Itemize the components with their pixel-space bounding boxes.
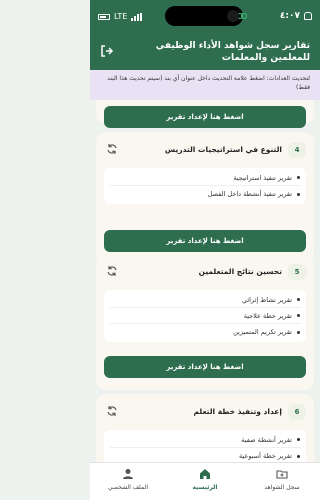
card-header: 5 تحسين نتائج المتعلمين — [104, 262, 306, 284]
card-title: التنوع في استراتيجيات التدريس — [164, 145, 282, 154]
item-label: تقرير تنفيذ استراتيجية — [233, 173, 292, 182]
bullet-icon — [297, 330, 300, 334]
list-item[interactable]: تقرير تنفيذ استراتيجية — [110, 170, 300, 186]
nav-label: الملف الشخصي — [108, 484, 148, 491]
report-card-5: 5 تحسين نتائج المتعلمين تقرير نشاط إثرائ… — [96, 254, 314, 390]
bullet-icon — [297, 314, 300, 317]
card-header: 6 إعداد وتنفيذ خطة التعلم — [104, 402, 306, 424]
signal-icon — [131, 12, 143, 21]
card-number: 5 — [288, 264, 306, 280]
bullet-icon — [297, 176, 300, 179]
list-item[interactable]: تقرير نشاط إثرائي — [110, 292, 300, 308]
home-icon — [200, 469, 210, 479]
report-items: تقرير تنفيذ استراتيجية تقرير تنفيذ أنشطة… — [104, 168, 306, 204]
camera-notch — [165, 6, 247, 26]
list-item[interactable]: تقرير خطة علاجية — [110, 308, 300, 324]
notification-icon — [304, 12, 312, 20]
camera-icon — [227, 10, 239, 22]
person-icon — [123, 469, 133, 479]
nav-evidence[interactable]: سجل الشواهد — [244, 467, 320, 491]
report-card-4: 4 التنوع في استراتيجيات التدريس تقرير تن… — [96, 132, 314, 262]
page-title: تقارير سجل شواهد الأداء الوظيفي للمعلمين… — [155, 41, 310, 63]
bottom-nav: الملف الشخصي الرئيسية سجل الشواهد — [90, 462, 320, 500]
bullet-icon — [297, 192, 300, 196]
nav-profile[interactable]: الملف الشخصي — [90, 467, 166, 491]
nav-label: الرئيسية — [192, 484, 218, 491]
card-header: 4 التنوع في استراتيجيات التدريس — [104, 140, 306, 162]
list-item[interactable]: تقرير أنشطة صفية — [110, 432, 300, 448]
status-bar: LTE ٤:٠٧ — [90, 0, 320, 34]
folder-add-icon — [276, 470, 288, 479]
refresh-icon[interactable] — [106, 143, 118, 155]
card-title: تحسين نتائج المتعلمين — [198, 267, 282, 276]
item-label: تقرير تنفيذ أنشطة داخل الفصل — [207, 190, 292, 198]
prepare-report-button[interactable]: اضغط هنا لإعداد تقرير — [104, 106, 306, 128]
bullet-icon — [297, 298, 300, 301]
status-time: ٤:٠٧ — [279, 11, 300, 21]
item-label: تقرير خطة أسبوعية — [239, 452, 292, 460]
card-title: إعداد وتنفيذ خطة التعلم — [193, 407, 283, 416]
battery-icon — [98, 13, 110, 20]
prepare-report-button[interactable]: اضغط هنا لإعداد تقرير — [104, 356, 306, 378]
card-number: 4 — [288, 142, 306, 158]
prepare-report-button[interactable]: اضغط هنا لإعداد تقرير — [104, 230, 306, 252]
list-item[interactable]: تقرير تنفيذ أنشطة داخل الفصل — [110, 186, 300, 202]
refresh-icon[interactable] — [106, 405, 118, 417]
refresh-notice: لتحديث العدادات: اضغط علامة التحديث داخل… — [90, 70, 320, 100]
list-item[interactable]: تقرير تكريم المتميزين — [110, 324, 300, 340]
item-label: تقرير نشاط إثرائي — [241, 295, 292, 304]
report-card-partial: اضغط هنا لإعداد تقرير — [96, 100, 314, 128]
status-left-icons: LTE — [98, 12, 143, 21]
report-items: تقرير نشاط إثرائي تقرير خطة علاجية تقرير… — [104, 290, 306, 342]
list-item[interactable]: تقرير خطة أسبوعية — [110, 448, 300, 462]
nav-home[interactable]: الرئيسية — [167, 467, 243, 491]
item-label: تقرير أنشطة صفية — [241, 435, 292, 444]
refresh-icon[interactable] — [106, 265, 118, 277]
status-right: ٤:٠٧ — [280, 11, 312, 21]
bullet-icon — [297, 454, 300, 458]
report-card-6: 6 إعداد وتنفيذ خطة التعلم تقرير أنشطة صف… — [96, 394, 314, 462]
reports-list[interactable]: اضغط هنا لإعداد تقرير 4 التنوع في استرات… — [90, 100, 320, 462]
bullet-icon — [297, 438, 300, 441]
nav-label: سجل الشواهد — [264, 484, 300, 491]
item-label: تقرير تكريم المتميزين — [233, 328, 292, 336]
logout-icon[interactable] — [100, 44, 114, 58]
card-number: 6 — [288, 404, 306, 420]
item-label: تقرير خطة علاجية — [243, 311, 292, 320]
report-items: تقرير أنشطة صفية تقرير خطة أسبوعية — [104, 430, 306, 462]
app-header: تقارير سجل شواهد الأداء الوظيفي للمعلمين… — [90, 34, 320, 70]
network-label: LTE — [114, 12, 128, 21]
